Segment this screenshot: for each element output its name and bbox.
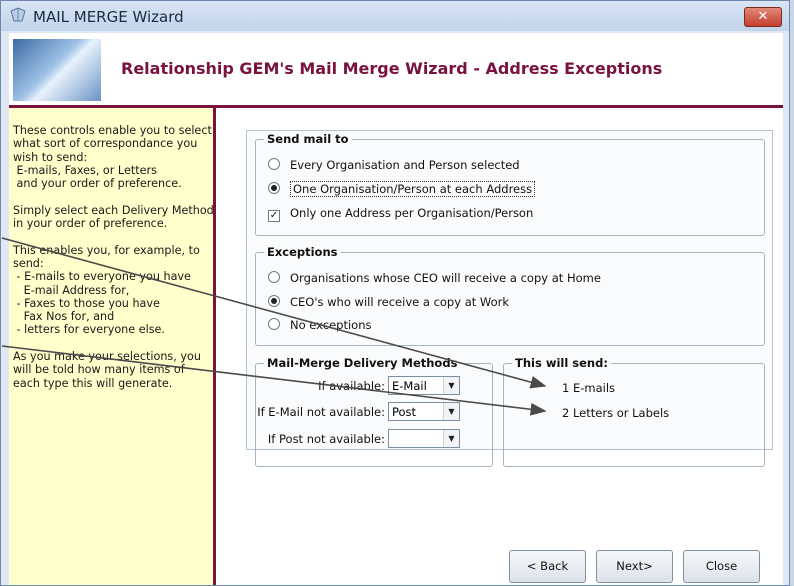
window-close-button[interactable]: ✕ (744, 7, 782, 27)
close-button[interactable]: Close (683, 550, 760, 583)
delivery-method-3-select[interactable]: ▼ (388, 429, 460, 448)
delivery-method-1-select[interactable]: E-Mail ▼ (388, 376, 460, 395)
option-no-exceptions[interactable]: No exceptions (268, 318, 372, 332)
send-mail-to-title: Send mail to (264, 132, 352, 146)
delivery-methods-title: Mail-Merge Delivery Methods (264, 356, 461, 370)
next-button[interactable]: Next> (596, 550, 673, 583)
radio-selected-icon[interactable] (268, 182, 280, 194)
gem-logo-icon (13, 39, 101, 101)
option-every-organisation[interactable]: Every Organisation and Person selected (268, 158, 520, 172)
window-title: MAIL MERGE Wizard (33, 8, 184, 26)
delivery-methods-group: Mail-Merge Delivery Methods If available… (255, 356, 493, 467)
options-panel: Send mail to Every Organisation and Pers… (246, 130, 773, 467)
radio-icon[interactable] (268, 158, 280, 170)
radio-selected-icon[interactable] (268, 295, 280, 307)
checkbox-one-address-per-org[interactable]: ✓ Only one Address per Organisation/Perso… (268, 206, 533, 222)
back-button[interactable]: < Back (509, 550, 586, 583)
send-mail-to-group: Send mail to Every Organisation and Pers… (255, 132, 765, 236)
exceptions-group: Exceptions Organisations whose CEO will … (255, 245, 765, 346)
page-title: Relationship GEM's Mail Merge Wizard - A… (121, 59, 663, 78)
mail-merge-wizard-window: MAIL MERGE Wizard ✕ Relationship GEM's M… (0, 0, 790, 586)
will-send-title: This will send: (512, 356, 611, 370)
wizard-client-area: Relationship GEM's Mail Merge Wizard - A… (9, 33, 783, 585)
exceptions-title: Exceptions (264, 245, 341, 259)
dropdown-arrow-icon[interactable]: ▼ (443, 430, 459, 447)
option-ceo-at-work[interactable]: CEO's who will receive a copy at Work (268, 295, 509, 309)
dropdown-arrow-icon[interactable]: ▼ (443, 377, 459, 394)
will-send-group: This will send: 1 E-mails 2 Letters or L… (503, 356, 765, 467)
main-area: Send mail to Every Organisation and Pers… (216, 108, 783, 585)
if-post-not-available-label: If Post not available: (267, 432, 385, 446)
letters-count: 2 Letters or Labels (562, 406, 670, 420)
dropdown-arrow-icon[interactable]: ▼ (443, 403, 459, 420)
help-sidebar: These controls enable you to select what… (9, 108, 216, 585)
app-icon (10, 7, 26, 22)
checkbox-checked-icon[interactable]: ✓ (268, 210, 280, 222)
if-available-label: If available: (318, 379, 385, 393)
if-email-not-available-label: If E-Mail not available: (257, 405, 385, 419)
title-bar: MAIL MERGE Wizard ✕ (1, 1, 789, 31)
option-one-per-address[interactable]: One Organisation/Person at each Address (268, 181, 536, 197)
delivery-method-2-select[interactable]: Post ▼ (388, 402, 460, 421)
emails-count: 1 E-mails (562, 381, 616, 395)
help-text: These controls enable you to select what… (13, 124, 214, 390)
radio-icon[interactable] (268, 318, 280, 330)
option-ceo-at-home[interactable]: Organisations whose CEO will receive a c… (268, 271, 601, 285)
radio-icon[interactable] (268, 271, 280, 283)
wizard-header: Relationship GEM's Mail Merge Wizard - A… (9, 33, 783, 105)
